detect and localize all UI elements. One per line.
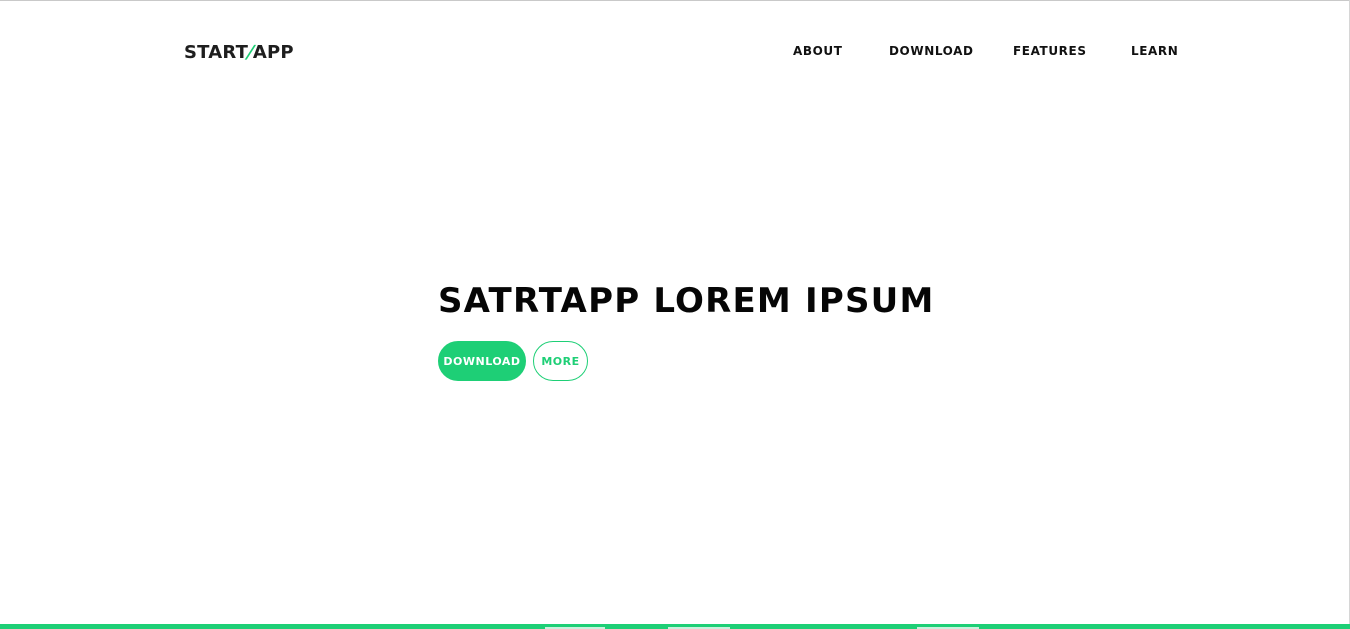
download-button[interactable]: DOWNLOAD: [438, 341, 526, 381]
main-nav: ABOUT DOWNLOAD FEATURES LEARN: [0, 44, 1350, 62]
bottom-accent-bar: [0, 624, 1350, 629]
nav-item-about[interactable]: ABOUT: [793, 44, 843, 58]
nav-item-features[interactable]: FEATURES: [1013, 44, 1087, 58]
hero-title: SATRTAPP LOREM IPSUM: [438, 281, 935, 321]
more-button[interactable]: MORE: [533, 341, 588, 381]
nav-item-learn[interactable]: LEARN: [1131, 44, 1178, 58]
top-border: [0, 0, 1350, 1]
nav-item-download[interactable]: DOWNLOAD: [889, 44, 974, 58]
